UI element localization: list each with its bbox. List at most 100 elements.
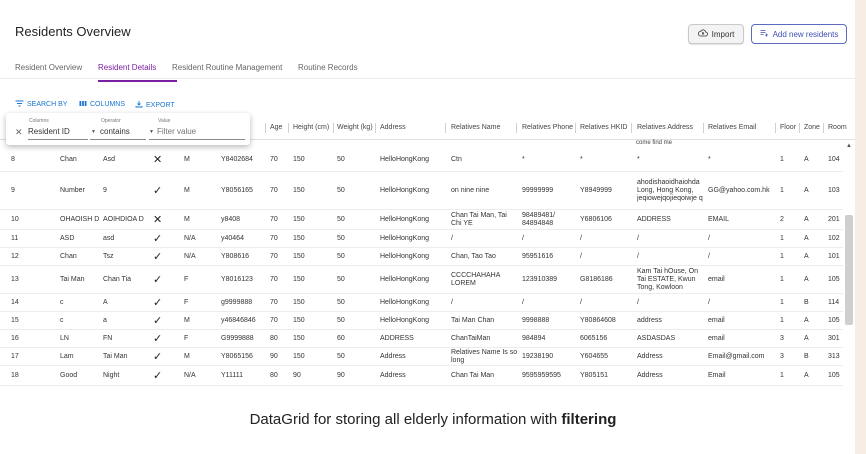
cell-gender: N/A bbox=[184, 252, 196, 260]
cell-relatives-name: CCCCHAHAHA LOREM bbox=[451, 271, 501, 287]
cloud-upload-icon bbox=[697, 29, 708, 39]
cell-relatives-phone: 9595959595 bbox=[522, 371, 561, 379]
column-header-relatives-email[interactable]: Relatives Email bbox=[708, 124, 756, 131]
column-separator bbox=[516, 123, 517, 133]
column-header-relatives-address[interactable]: Relatives Address bbox=[637, 124, 693, 131]
check-icon: ✓ bbox=[153, 314, 163, 327]
add-new-residents-button[interactable]: Add new residents bbox=[751, 24, 847, 44]
table-row[interactable]: 17 Lam Tai Man ✓ M Y8065156 90 150 50 Address Rela… bbox=[0, 348, 843, 366]
tab-resident-routine-management[interactable]: Resident Routine Management bbox=[172, 63, 282, 72]
tab-resident-details[interactable]: Resident Details bbox=[98, 63, 156, 72]
close-filter-icon[interactable]: ✕ bbox=[15, 127, 23, 138]
value-input-underline bbox=[149, 139, 245, 140]
cell-room: 105 bbox=[828, 316, 840, 324]
column-header-relatives-name[interactable]: Relatives Name bbox=[451, 124, 500, 131]
cell-floor: 2 bbox=[780, 215, 784, 223]
cell-floor: 3 bbox=[780, 352, 784, 360]
table-row[interactable]: 11 ASD asd ✓ N/A y40464 70 150 50 HelloHongKong / /… bbox=[0, 230, 843, 248]
cell-weight: 50 bbox=[337, 275, 345, 283]
table-row[interactable]: 9 Number 9 ✓ M Y8056165 70 150 50 HelloHongKong on… bbox=[0, 172, 843, 210]
column-header-floor[interactable]: Floor bbox=[780, 124, 796, 131]
cell-last-name: A bbox=[103, 298, 108, 306]
filter-column-select[interactable]: Resident ID bbox=[28, 127, 70, 136]
cell-row-number: 13 bbox=[11, 275, 19, 283]
cell-first-name: Lam bbox=[60, 352, 74, 360]
cell-address: HelloHongKong bbox=[380, 298, 430, 306]
cell-weight: 60 bbox=[337, 334, 345, 342]
table-row[interactable]: 14 c A ✓ Fg9999888 70 150 50 HelloHongKong / / / / / 1… bbox=[0, 294, 843, 312]
cell-age: 70 bbox=[270, 186, 278, 194]
cell-last-name: 9 bbox=[103, 186, 107, 194]
check-icon: ✓ bbox=[153, 350, 163, 363]
view-column-icon bbox=[79, 100, 87, 109]
column-header-room[interactable]: Room bbox=[828, 124, 847, 131]
table-row[interactable]: 15 c a ✓ My46846846 70 150 50 HelloHongKong Tai M… bbox=[0, 312, 843, 330]
column-header-zone[interactable]: Zone bbox=[804, 124, 820, 131]
cell-room: 102 bbox=[828, 234, 840, 242]
filter-operator-select[interactable]: contains bbox=[100, 127, 130, 136]
cell-relatives-name: Chan, Tao Tao bbox=[451, 252, 496, 260]
operator-field-label: Operator bbox=[101, 118, 121, 124]
column-header-weight[interactable]: Weight (kg) bbox=[337, 124, 373, 131]
cell-zone: B bbox=[804, 298, 809, 306]
column-header-relatives-hkid[interactable]: Relatives HKID bbox=[580, 124, 627, 131]
tab-routine-records[interactable]: Routine Records bbox=[298, 63, 358, 72]
cell-relatives-email: / bbox=[708, 252, 710, 260]
cell-relatives-address: Kam Tai hOuse, On Tai ESTATE, Kwun Tong,… bbox=[637, 267, 698, 291]
cell-age: 70 bbox=[270, 252, 278, 260]
cell-address: ADDRESS bbox=[380, 334, 414, 342]
cross-icon: ✕ bbox=[153, 153, 163, 166]
columns-field-label: Columns bbox=[29, 118, 49, 124]
check-icon: ✓ bbox=[153, 232, 163, 245]
cell-relatives-name: ChanTaiMan bbox=[451, 334, 491, 342]
cell-zone: A bbox=[804, 234, 809, 242]
check-icon: ✓ bbox=[153, 273, 163, 286]
export-button[interactable]: EXPORT bbox=[135, 100, 175, 110]
cell-floor: 3 bbox=[780, 334, 784, 342]
columns-button[interactable]: COLUMNS bbox=[79, 100, 125, 109]
filter-value-input[interactable] bbox=[157, 125, 245, 137]
column-separator bbox=[265, 123, 266, 133]
search-by-button[interactable]: SEARCH BY bbox=[15, 100, 67, 109]
cell-age: 90 bbox=[270, 352, 278, 360]
cell-relatives-name: on nine nine bbox=[451, 186, 490, 194]
scrollbar-thumb[interactable] bbox=[845, 215, 853, 325]
cell-relatives-address: / bbox=[637, 234, 639, 242]
cell-gender: M bbox=[184, 186, 190, 194]
import-button[interactable]: Import bbox=[688, 24, 744, 44]
cell-gender: F bbox=[184, 275, 189, 283]
cell-relatives-address: Address bbox=[637, 371, 663, 379]
cell-relatives-phone: 9998888 bbox=[522, 316, 550, 324]
column-header-relatives-phone[interactable]: Relatives Phone bbox=[522, 124, 573, 131]
table-row[interactable]: 13 Tai Man Chan Tia ✓ F Y8016123 70 150 50 HelloH… bbox=[0, 266, 843, 294]
column-header-age[interactable]: Age bbox=[270, 124, 282, 131]
cell-room: 301 bbox=[828, 334, 840, 342]
table-row[interactable]: 8 Chan Asd ✕ M Y8402684 70 150 50 HelloHongKong Ct… bbox=[0, 148, 843, 172]
cell-hkid: y8408 bbox=[221, 215, 241, 223]
column-separator bbox=[775, 123, 776, 133]
table-row[interactable]: 16 LN FN ✓ F G9999888 80 150 60 ADDRESS ChanTaiMan… bbox=[0, 330, 843, 348]
cell-relatives-hkid: Y604655 bbox=[580, 352, 609, 360]
cell-gender: M bbox=[184, 155, 190, 163]
operator-select-underline bbox=[90, 139, 146, 140]
column-header-height[interactable]: Height (cm) bbox=[293, 124, 329, 131]
cell-height: 150 bbox=[293, 215, 305, 223]
cell-relatives-email: email bbox=[708, 275, 725, 283]
check-icon: ✓ bbox=[153, 184, 163, 197]
cell-relatives-hkid: Y80864608 bbox=[580, 316, 616, 324]
caption-text: DataGrid for storing all elderly informa… bbox=[249, 411, 562, 428]
table-row[interactable]: 18 Good Night ✓ N/A Y11111 80 90 90 Address Chan T… bbox=[0, 366, 843, 386]
column-separator bbox=[445, 123, 446, 133]
cell-last-name: Tai Man bbox=[103, 352, 128, 360]
cell-floor: 1 bbox=[780, 316, 784, 324]
cell-hkid: Y11111 bbox=[221, 371, 244, 379]
cell-height: 90 bbox=[293, 371, 301, 379]
cell-relatives-name: Relatives Name Is so long bbox=[451, 348, 518, 364]
tab-resident-overview[interactable]: Resident Overview bbox=[15, 63, 82, 72]
cell-zone: B bbox=[804, 352, 809, 360]
column-header-address[interactable]: Address bbox=[380, 124, 406, 131]
table-row[interactable]: 12 Chan Tsz ✓ N/A Y808616 70 150 50 HelloHongKong… bbox=[0, 248, 843, 266]
table-row[interactable]: 10 OHAOISH D AOIHDIOA D ✕ My8408 70 150 50 Hello… bbox=[0, 210, 843, 230]
cell-zone: A bbox=[804, 334, 809, 342]
scroll-up-arrow-icon[interactable]: ▲ bbox=[846, 143, 852, 149]
